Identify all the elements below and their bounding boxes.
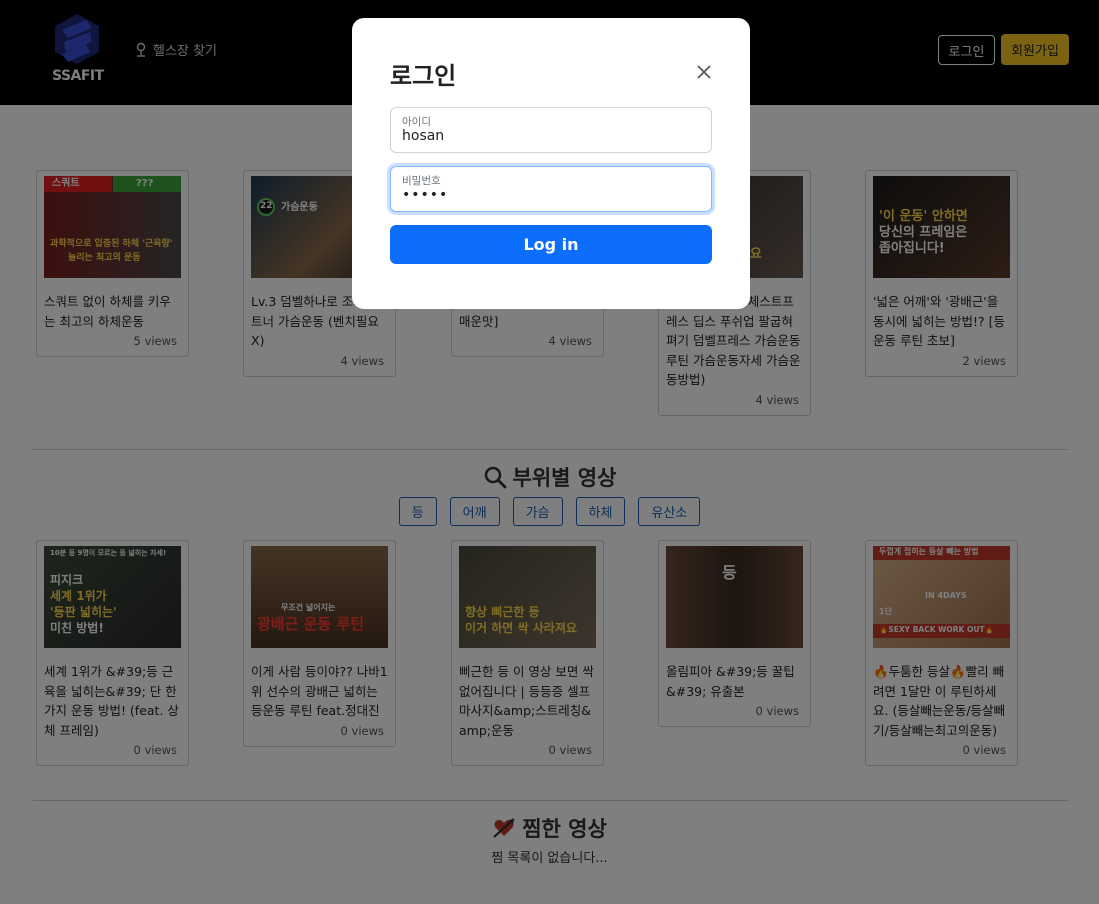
- password-input[interactable]: •••••: [402, 187, 702, 203]
- login-modal-title: 로그인: [390, 62, 457, 90]
- username-input[interactable]: hosan: [402, 128, 702, 144]
- login-modal: 로그인 아이디 hosan 비밀번호 ••••• Log in: [352, 18, 750, 309]
- password-field[interactable]: 비밀번호 •••••: [390, 166, 712, 212]
- close-icon[interactable]: [692, 60, 716, 84]
- login-submit-button[interactable]: Log in: [390, 225, 712, 264]
- username-label: 아이디: [402, 116, 431, 128]
- username-field[interactable]: 아이디 hosan: [390, 107, 712, 153]
- password-label: 비밀번호: [402, 175, 441, 187]
